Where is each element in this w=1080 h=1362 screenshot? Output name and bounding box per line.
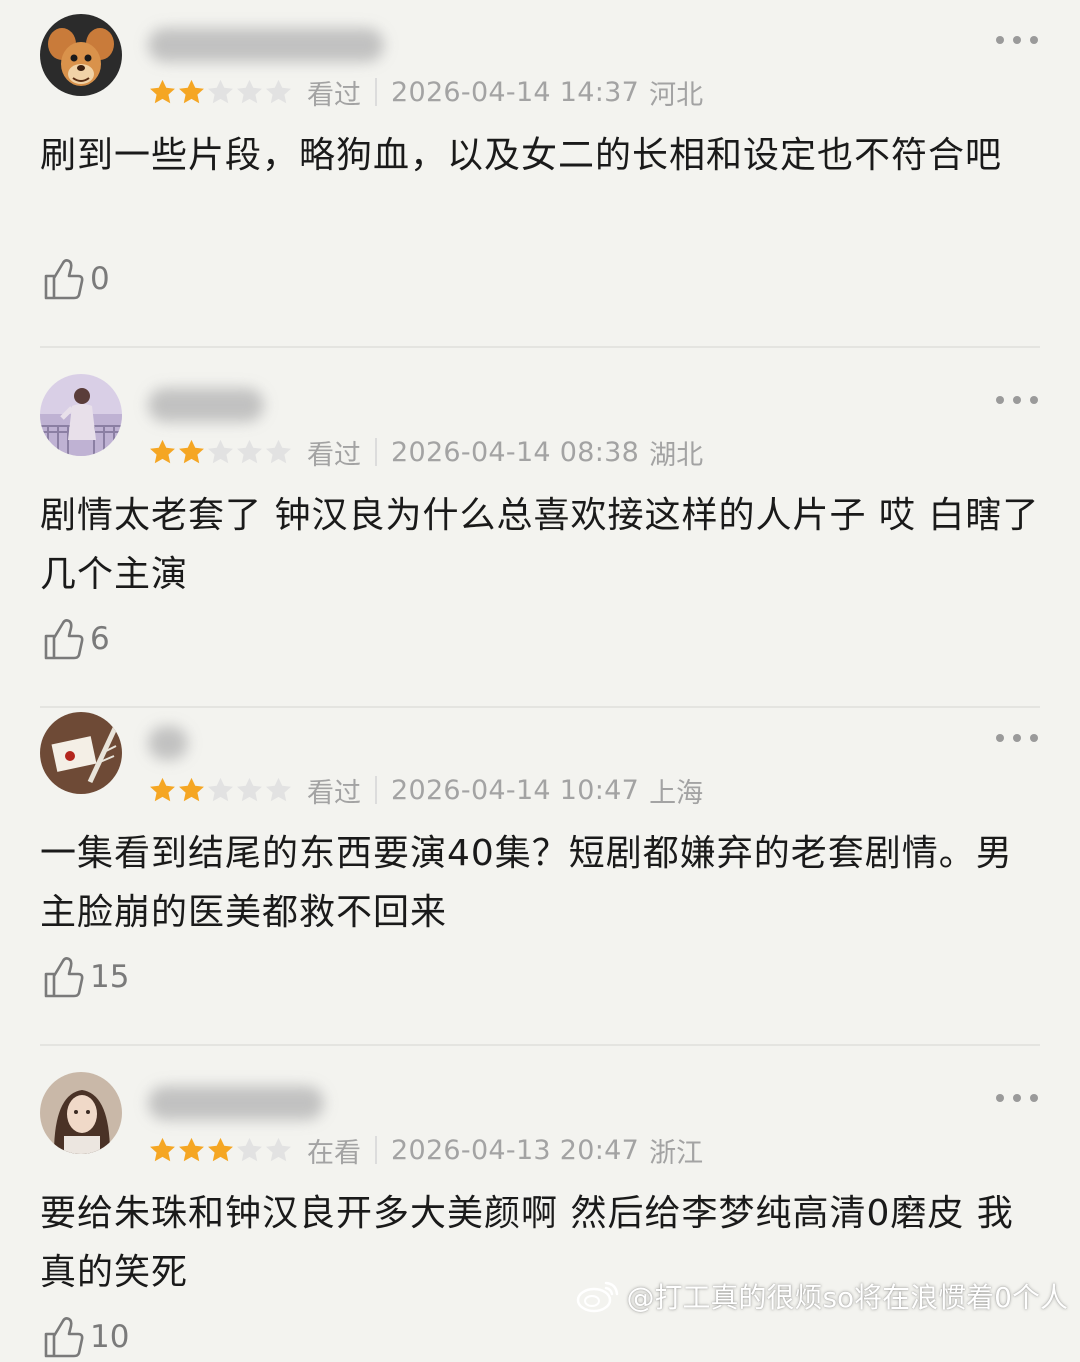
watch-status: 看过 <box>307 79 361 111</box>
avatar[interactable] <box>40 374 122 456</box>
avatar[interactable] <box>40 712 122 794</box>
review-meta: 在看 2026-04-13 20:47 浙江 <box>148 1130 703 1170</box>
review-region: 上海 <box>649 777 704 809</box>
like-button[interactable]: 15 <box>42 952 129 1002</box>
star-empty-icon <box>237 777 262 801</box>
username-blurred[interactable] <box>148 28 384 62</box>
watch-status: 在看 <box>307 1137 361 1169</box>
cartoon-mouse-avatar-icon <box>40 14 122 96</box>
weibo-icon <box>577 1281 619 1313</box>
star-empty-icon <box>208 79 233 103</box>
meta-divider <box>375 1136 377 1164</box>
meta-divider <box>375 78 377 106</box>
review-datetime: 2026-04-13 20:47 <box>391 1134 640 1166</box>
star-empty-icon <box>266 777 291 801</box>
star-empty-icon <box>237 439 262 463</box>
divider <box>40 346 1040 348</box>
star-empty-icon <box>266 79 291 103</box>
more-options-button[interactable] <box>996 1092 1038 1104</box>
woman-balcony-avatar-icon <box>40 374 122 456</box>
like-count: 0 <box>90 261 110 297</box>
review-meta: 看过 2026-04-14 14:37 河北 <box>148 72 703 112</box>
rating-stars <box>148 776 293 805</box>
star-filled-icon <box>150 79 175 103</box>
rating-stars <box>148 78 293 107</box>
thumbs-up-icon <box>44 619 84 660</box>
watch-status: 看过 <box>307 777 361 809</box>
star-filled-icon <box>179 777 204 801</box>
star-empty-icon <box>208 777 233 801</box>
star-empty-icon <box>237 79 262 103</box>
divider <box>40 1044 1040 1046</box>
thumbs-up-icon <box>44 259 84 300</box>
meta-divider <box>375 438 377 466</box>
like-button[interactable]: 6 <box>42 614 110 664</box>
thumbs-up-icon <box>44 1317 84 1358</box>
more-options-button[interactable] <box>996 394 1038 406</box>
star-filled-icon <box>208 1137 233 1161</box>
watermark: @打工真的很烦so将在浪惯着0个人 <box>576 1276 1068 1316</box>
username-blurred[interactable] <box>148 726 188 760</box>
star-filled-icon <box>179 1137 204 1161</box>
star-filled-icon <box>179 439 204 463</box>
username-blurred[interactable] <box>148 388 264 422</box>
review-region: 浙江 <box>649 1137 704 1169</box>
review-text: 剧情太老套了 钟汉良为什么总喜欢接这样的人片子 哎 白瞎了几个主演 <box>40 495 1040 595</box>
divider <box>40 706 1040 708</box>
review-text: 刷到一些片段，略狗血，以及女二的长相和设定也不符合吧 <box>40 135 1003 176</box>
more-options-button[interactable] <box>996 732 1038 744</box>
like-count: 10 <box>90 1319 130 1355</box>
review-meta: 看过 2026-04-14 08:38 湖北 <box>148 432 703 472</box>
star-empty-icon <box>237 1137 262 1161</box>
star-empty-icon <box>266 439 291 463</box>
girl-portrait-avatar-icon <box>40 1072 122 1154</box>
watermark-text: @打工真的很烦so将在浪惯着0个人 <box>626 1281 1068 1314</box>
review-text: 一集看到结尾的东西要演40集？短剧都嫌弃的老套剧情。男主脸崩的医美都救不回来 <box>40 833 1013 933</box>
like-count: 15 <box>90 959 130 995</box>
like-count: 6 <box>90 621 110 657</box>
rating-stars <box>148 438 293 467</box>
review-meta: 看过 2026-04-14 10:47 上海 <box>148 770 703 810</box>
review-datetime: 2026-04-14 08:38 <box>391 436 640 468</box>
thumbs-up-icon <box>44 957 84 998</box>
meta-divider <box>375 776 377 804</box>
watch-status: 看过 <box>307 439 361 471</box>
like-button[interactable]: 0 <box>42 254 110 304</box>
avatar[interactable] <box>40 1072 122 1154</box>
star-empty-icon <box>266 1137 291 1161</box>
review-datetime: 2026-04-14 14:37 <box>391 76 640 108</box>
rating-stars <box>148 1136 293 1165</box>
avatar[interactable] <box>40 14 122 96</box>
star-filled-icon <box>150 439 175 463</box>
star-filled-icon <box>179 79 204 103</box>
more-options-button[interactable] <box>996 34 1038 46</box>
star-empty-icon <box>208 439 233 463</box>
envelope-quill-avatar-icon <box>40 712 122 794</box>
like-button[interactable]: 10 <box>42 1312 129 1362</box>
review-datetime: 2026-04-14 10:47 <box>391 774 640 806</box>
username-blurred[interactable] <box>148 1086 324 1120</box>
star-filled-icon <box>150 777 175 801</box>
star-filled-icon <box>150 1137 175 1161</box>
review-region: 湖北 <box>649 439 704 471</box>
review-region: 河北 <box>649 79 704 111</box>
